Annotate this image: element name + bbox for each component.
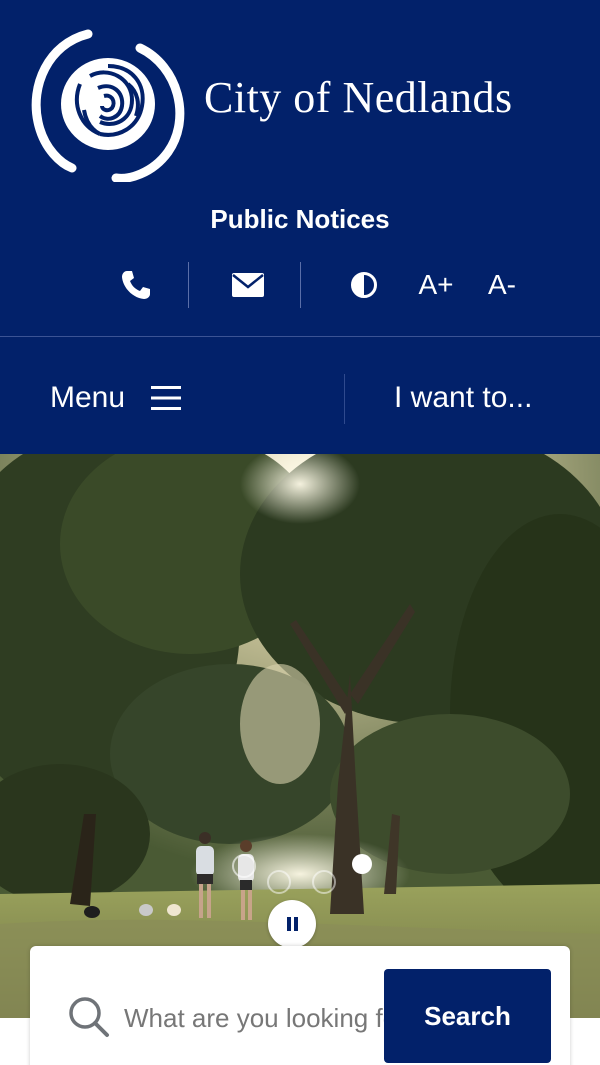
slideshow-pause-button[interactable] — [268, 900, 316, 948]
phone-icon — [122, 271, 150, 299]
hamburger-icon — [151, 386, 182, 410]
menu-button[interactable]: Menu — [50, 374, 182, 422]
search-icon — [69, 997, 109, 1037]
decrease-text-button[interactable]: A- — [480, 262, 524, 308]
search-button[interactable]: Search — [384, 969, 551, 1063]
phone-button[interactable] — [112, 262, 160, 308]
nav-divider-line — [0, 336, 600, 337]
email-button[interactable] — [224, 262, 272, 308]
utility-divider — [188, 262, 189, 308]
site-logo[interactable]: City of Nedlands — [28, 26, 576, 182]
nav-divider — [344, 374, 345, 424]
contrast-icon — [351, 272, 377, 298]
increase-text-button[interactable]: A+ — [410, 262, 462, 308]
envelope-icon — [232, 273, 264, 297]
menu-label: Menu — [50, 381, 126, 414]
utility-divider — [300, 262, 301, 308]
contrast-button[interactable] — [342, 262, 386, 308]
site-name: City of Nedlands — [204, 73, 513, 122]
i-want-to-button[interactable]: I want to... — [394, 374, 532, 422]
slide-indicators — [232, 854, 372, 894]
public-notices-link[interactable]: Public Notices — [0, 204, 600, 235]
rose-icon — [31, 29, 185, 182]
pause-icon — [285, 917, 299, 931]
search-input[interactable] — [124, 998, 384, 1038]
